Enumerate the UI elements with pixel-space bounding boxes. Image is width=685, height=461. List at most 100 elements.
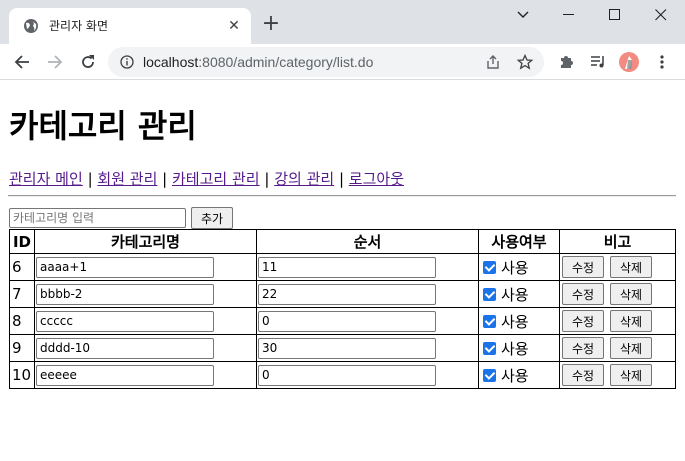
row-id: 7 [9,280,35,308]
row-id: 6 [9,253,35,281]
delete-button[interactable]: 삭제 [610,337,652,359]
usage-checkbox[interactable] [483,368,496,382]
table-row: 10 사용 수정 삭제 [9,361,676,389]
row-actions: 수정 삭제 [559,307,676,335]
more-menu-icon[interactable] [650,50,674,74]
usage-label: 사용 [501,339,529,358]
usage-checkbox[interactable] [483,314,496,328]
table-header-row: ID 카테고리명 순서 사용여부 비고 [9,229,676,254]
row-order-cell [256,253,479,281]
delete-button[interactable]: 삭제 [610,364,652,386]
extensions-puzzle-icon[interactable] [554,50,578,74]
category-name-field[interactable] [36,256,214,278]
tab-title: 관리자 화면 [49,19,109,33]
delete-button[interactable]: 삭제 [610,283,652,305]
edit-button[interactable]: 수정 [562,364,604,386]
edit-button[interactable]: 수정 [562,337,604,359]
category-name-input[interactable] [9,208,186,228]
row-order-cell [256,307,479,335]
row-order-cell [256,280,479,308]
row-actions: 수정 삭제 [559,253,676,281]
address-bar[interactable]: localhost:8080/admin/category/list.do [108,47,544,77]
profile-avatar[interactable] [619,52,639,72]
row-name-cell [34,280,257,308]
order-field[interactable] [258,364,436,386]
globe-icon [24,19,38,33]
usage-label: 사용 [501,366,529,385]
menu-separator: | [264,170,270,188]
table-row: 9 사용 수정 삭제 [9,334,676,362]
row-name-cell [34,361,257,389]
maximize-icon[interactable] [592,0,638,30]
order-field[interactable] [258,310,436,332]
tab-search-chevron-icon[interactable] [500,0,546,30]
url-text[interactable]: localhost:8080/admin/category/list.do [143,54,373,70]
browser-toolbar: localhost:8080/admin/category/list.do [0,44,685,80]
menu-link-member[interactable]: 회원 관리 [97,170,157,188]
media-queue-icon[interactable] [586,50,610,74]
page-content: 카테고리 관리 관리자 메인 | 회원 관리 | 카테고리 관리 | 강의 관리… [0,80,685,461]
order-field[interactable] [258,256,436,278]
row-id: 10 [9,361,35,389]
row-actions: 수정 삭제 [559,334,676,362]
page-title: 카테고리 관리 [9,107,197,145]
header-order: 순서 [256,229,479,254]
row-actions: 수정 삭제 [559,280,676,308]
usage-label: 사용 [501,258,529,277]
order-field[interactable] [258,283,436,305]
bookmark-star-icon[interactable] [517,54,533,70]
edit-button[interactable]: 수정 [562,256,604,278]
menu-separator: | [338,170,345,188]
usage-checkbox[interactable] [483,341,496,355]
header-category-name: 카테고리명 [34,229,257,254]
menu-separator: | [162,170,168,188]
divider [8,195,676,197]
delete-button[interactable]: 삭제 [610,256,652,278]
category-name-field[interactable] [36,337,214,359]
add-category-button[interactable]: 추가 [191,207,233,229]
row-actions: 수정 삭제 [559,361,676,389]
reload-icon[interactable] [76,50,100,74]
header-note: 비고 [559,229,676,254]
back-arrow-icon[interactable] [10,50,34,74]
row-usage-cell: 사용 [478,334,560,362]
row-order-cell [256,361,479,389]
minimize-icon[interactable] [546,0,592,30]
menu-separator: | [87,170,93,188]
edit-button[interactable]: 수정 [562,283,604,305]
new-tab-icon[interactable]: + [260,13,282,36]
share-icon[interactable] [485,54,501,70]
row-name-cell [34,253,257,281]
admin-menu: 관리자 메인 | 회원 관리 | 카테고리 관리 | 강의 관리 | 로그아웃 [9,168,404,189]
row-usage-cell: 사용 [478,361,560,389]
table-row: 8 사용 수정 삭제 [9,307,676,335]
order-field[interactable] [258,337,436,359]
browser-tab[interactable]: 관리자 화면 ✕ [9,8,251,44]
close-window-icon[interactable] [638,0,684,30]
category-name-field[interactable] [36,364,214,386]
row-id: 8 [9,307,35,335]
menu-link-category[interactable]: 카테고리 관리 [172,170,260,188]
forward-arrow-icon[interactable] [43,50,67,74]
browser-titlebar: 관리자 화면 ✕ + [0,0,685,44]
row-name-cell [34,334,257,362]
row-usage-cell: 사용 [478,253,560,281]
row-usage-cell: 사용 [478,280,560,308]
menu-link-logout[interactable]: 로그아웃 [349,170,404,188]
usage-label: 사용 [501,312,529,331]
menu-link-course[interactable]: 강의 관리 [274,170,334,188]
row-id: 9 [9,334,35,362]
tab-close-icon[interactable]: ✕ [225,17,243,35]
menu-link-admin-main[interactable]: 관리자 메인 [9,170,83,188]
delete-button[interactable]: 삭제 [610,310,652,332]
table-row: 7 사용 수정 삭제 [9,280,676,308]
row-name-cell [34,307,257,335]
category-name-field[interactable] [36,310,214,332]
category-name-field[interactable] [36,283,214,305]
header-usage: 사용여부 [478,229,560,254]
edit-button[interactable]: 수정 [562,310,604,332]
row-order-cell [256,334,479,362]
usage-checkbox[interactable] [483,287,496,301]
usage-checkbox[interactable] [483,260,496,274]
info-icon[interactable] [120,55,134,69]
